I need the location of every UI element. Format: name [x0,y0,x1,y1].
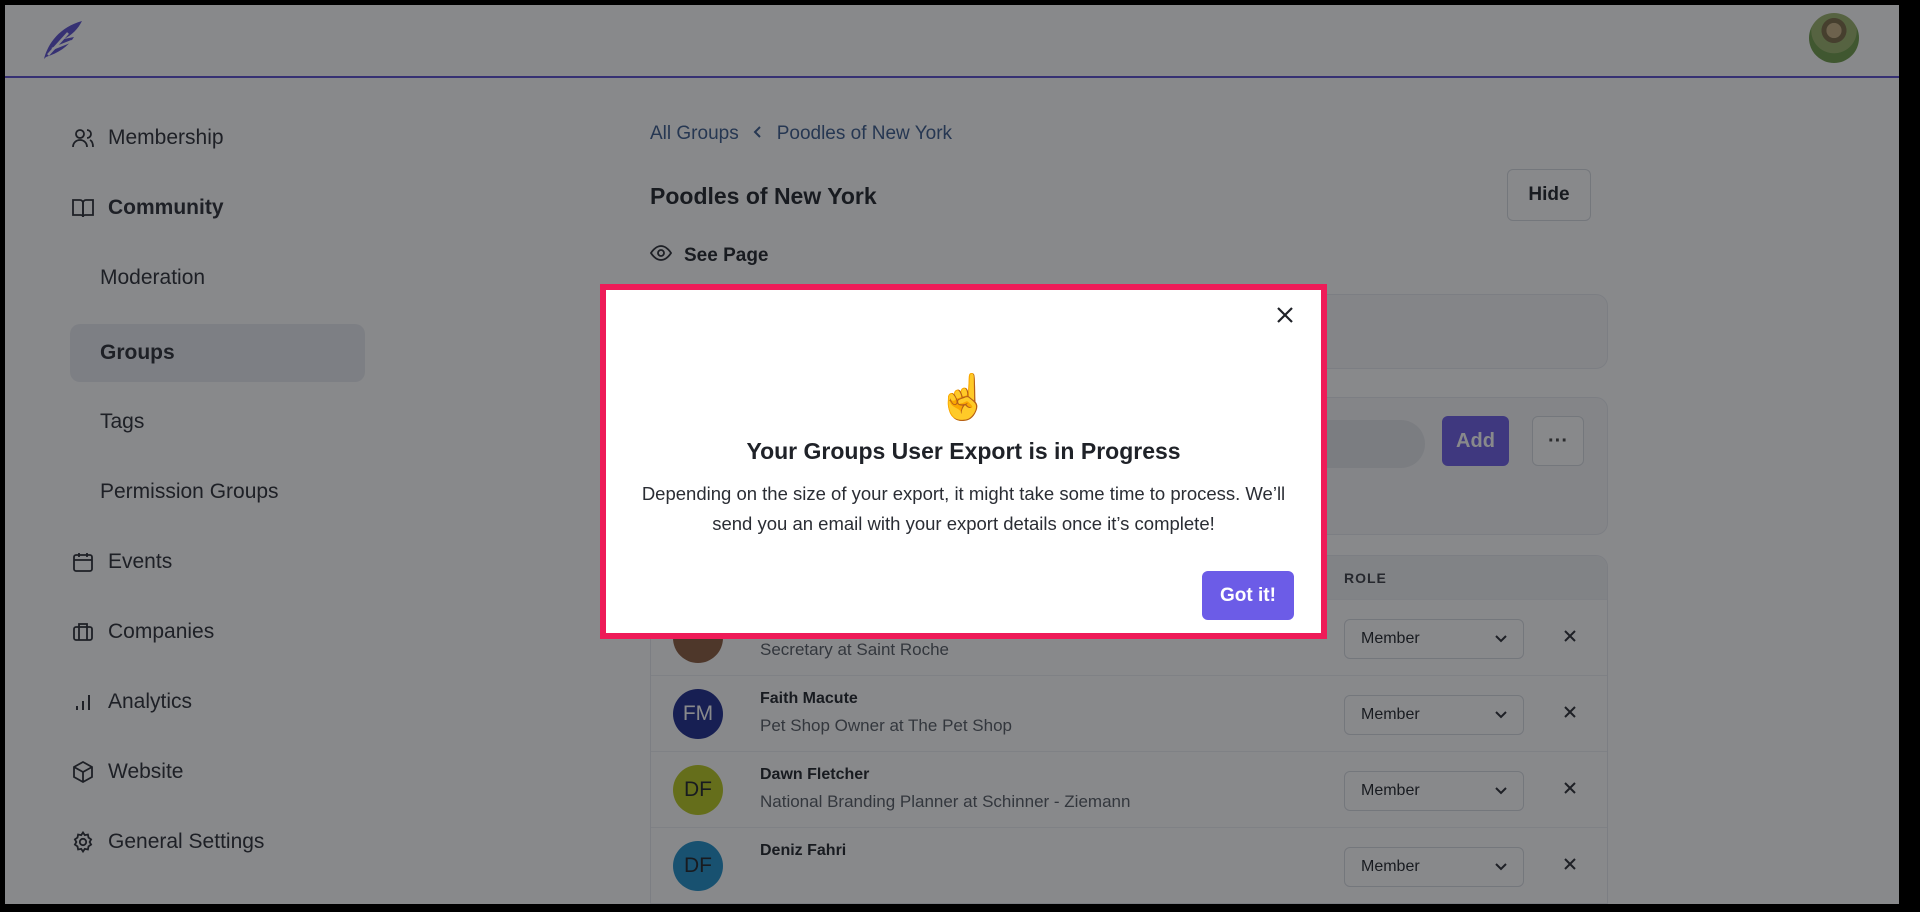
close-icon [1276,306,1294,329]
close-modal-button[interactable] [1270,302,1300,332]
got-it-button[interactable]: Got it! [1202,571,1294,620]
app-window: Membership Community Moderation Groups T… [5,5,1899,904]
modal-title: Your Groups User Export is in Progress [746,438,1181,464]
export-progress-modal: ☝️ Your Groups User Export is in Progres… [600,284,1327,639]
pointing-up-icon: ☝️ [936,373,991,422]
modal-message: Depending on the size of your export, it… [641,483,1286,534]
